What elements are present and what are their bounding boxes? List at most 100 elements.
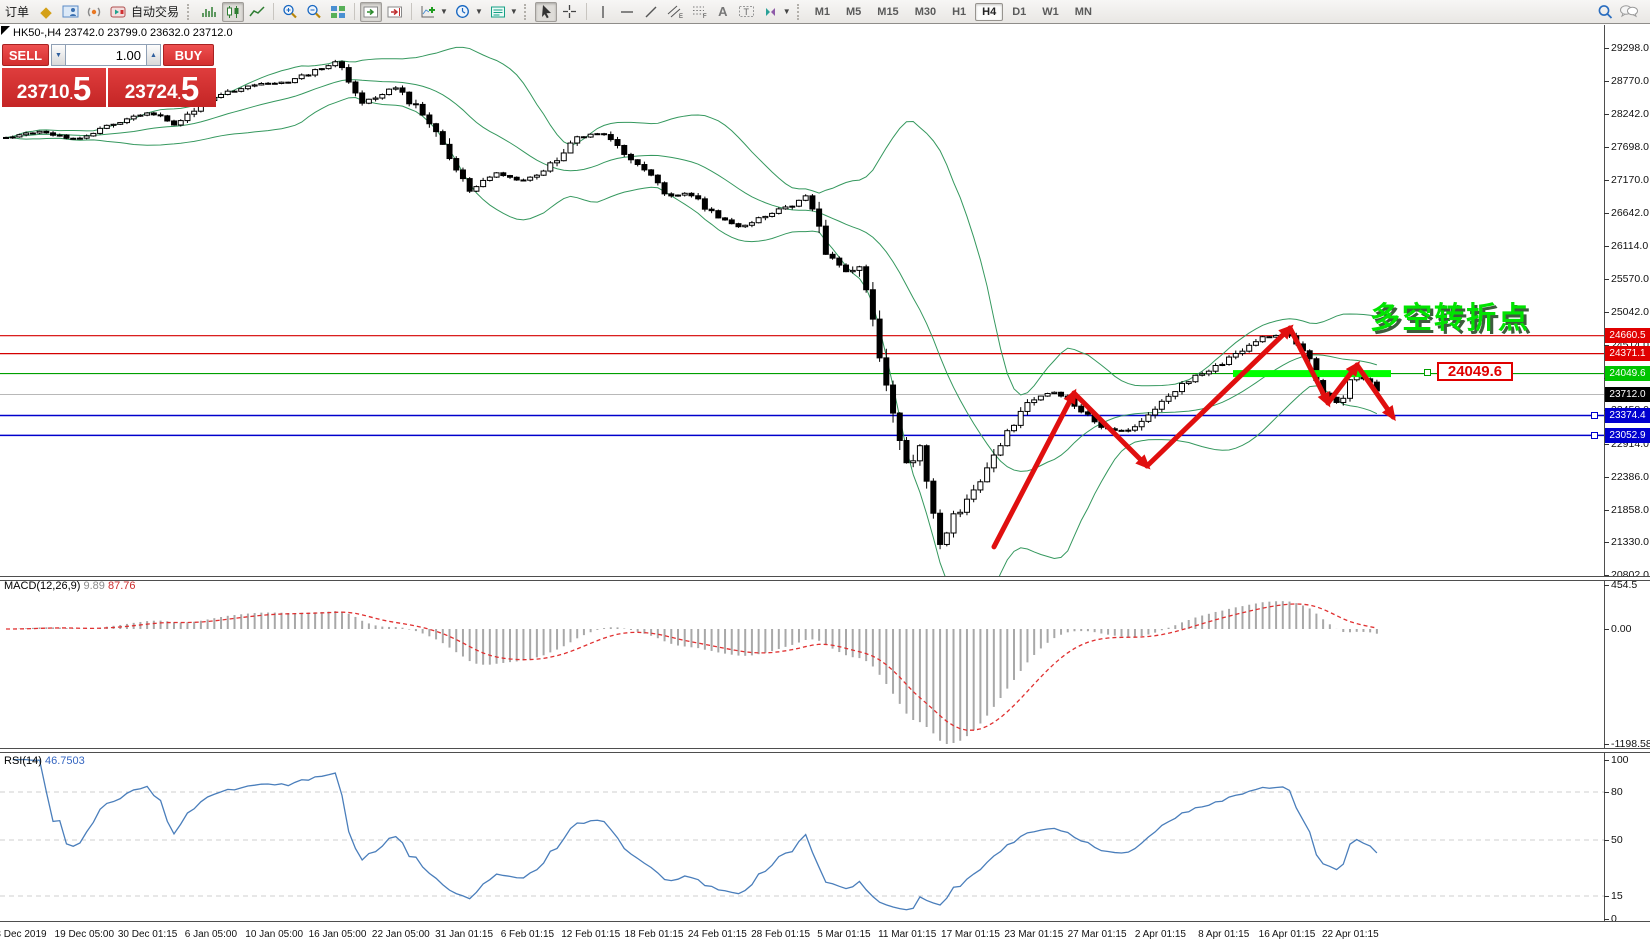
community-button[interactable]	[83, 2, 105, 22]
search-button[interactable]	[1594, 2, 1616, 22]
fibonacci-button[interactable]: F	[688, 2, 710, 22]
candle-body	[783, 207, 788, 209]
periods-dropdown-arrow[interactable]: ▼	[475, 7, 483, 16]
timeframe-button-h4[interactable]: H4	[975, 3, 1003, 21]
blue-line-handle[interactable]	[1591, 432, 1598, 439]
volume-decrease-button[interactable]: ▼	[51, 44, 66, 66]
horizontal-line-button[interactable]	[616, 2, 638, 22]
templates-button[interactable]	[487, 2, 509, 22]
candle-body	[958, 512, 963, 514]
zigzag-segment[interactable]	[1290, 328, 1328, 403]
candle-body	[1045, 394, 1050, 397]
text-button[interactable]: A	[712, 2, 734, 22]
candle-body	[319, 69, 324, 70]
arrows-button[interactable]	[760, 2, 782, 22]
main-macd-separator[interactable]	[0, 576, 1650, 581]
candle-body	[823, 226, 828, 254]
date-label: 22 Jan 05:00	[372, 929, 430, 940]
tile-windows-button[interactable]	[327, 2, 349, 22]
svg-text:F: F	[703, 14, 707, 19]
timeframe-button-w1[interactable]: W1	[1035, 3, 1066, 21]
timeframe-button-h1[interactable]: H1	[945, 3, 973, 21]
candle-body	[124, 119, 129, 123]
auto-scroll-button[interactable]	[360, 2, 382, 22]
line-chart-icon	[249, 5, 265, 19]
one-click-toggle-arrow[interactable]	[1, 26, 10, 35]
indicators-dropdown-arrow[interactable]: ▼	[440, 7, 448, 16]
sell-price[interactable]: 23710 . 5	[2, 68, 106, 107]
candle-body	[17, 135, 22, 137]
toolbar-grip[interactable]	[797, 4, 801, 20]
new-order-button[interactable]: 订单	[5, 3, 29, 20]
cursor-button[interactable]	[535, 2, 557, 22]
candle-body	[111, 124, 116, 125]
trendline-icon	[644, 5, 658, 19]
market-watch-button[interactable]: ◆	[35, 2, 57, 22]
channel-button[interactable]: E	[664, 2, 686, 22]
candle-body	[897, 413, 902, 440]
price-tick-label: 25570.0	[1611, 273, 1649, 285]
text-label-button[interactable]: T	[736, 2, 758, 22]
timeframe-button-m1[interactable]: M1	[808, 3, 837, 21]
price-tag: 24371.1	[1605, 346, 1650, 361]
sell-button[interactable]: SELL	[2, 44, 49, 66]
turning-point-annotation[interactable]: 多空转折点	[1370, 293, 1530, 337]
vertical-line-button[interactable]	[592, 2, 614, 22]
equidistant-channel-icon: E	[667, 4, 683, 19]
bar-chart-button[interactable]	[198, 2, 220, 22]
trendline-button[interactable]	[640, 2, 662, 22]
horizontal-level-lines[interactable]	[0, 336, 1604, 436]
candle-body	[427, 115, 432, 124]
candle-body	[904, 440, 909, 462]
green-line-handle[interactable]	[1424, 369, 1431, 376]
candle-body	[1059, 392, 1064, 396]
buy-button[interactable]: BUY	[163, 44, 214, 66]
timeframe-button-mn[interactable]: MN	[1068, 3, 1099, 21]
market-watch-icon: ◆	[40, 3, 52, 21]
autotrading-button[interactable]	[107, 2, 129, 22]
periods-button[interactable]	[452, 2, 474, 22]
macd-rsi-separator[interactable]	[0, 748, 1650, 753]
navigator-icon	[62, 4, 79, 19]
timeframe-button-m30[interactable]: M30	[908, 3, 943, 21]
toolbar-grip[interactable]	[187, 4, 191, 20]
chat-button[interactable]	[1618, 2, 1640, 22]
chart-shift-button[interactable]	[384, 2, 406, 22]
candle-body	[131, 116, 136, 119]
rsi-name: RSI(14)	[4, 755, 42, 767]
candle-body	[810, 196, 815, 209]
date-label: 17 Mar 01:15	[941, 929, 1000, 940]
navigator-button[interactable]	[59, 2, 81, 22]
autotrading-label[interactable]: 自动交易	[131, 3, 179, 20]
crosshair-button[interactable]	[559, 2, 581, 22]
timeframe-button-m5[interactable]: M5	[839, 3, 868, 21]
candlestick-chart-button[interactable]	[222, 2, 244, 22]
timeframe-button-d1[interactable]: D1	[1005, 3, 1033, 21]
arrows-dropdown-arrow[interactable]: ▼	[783, 7, 791, 16]
candle-body	[1005, 431, 1010, 446]
timeframe-button-m15[interactable]: M15	[870, 3, 905, 21]
candle-body	[689, 193, 694, 195]
candle-body	[911, 461, 916, 463]
templates-dropdown-arrow[interactable]: ▼	[510, 7, 518, 16]
blue-line-handle[interactable]	[1591, 412, 1598, 419]
candle-body	[340, 62, 345, 68]
periods-clock-icon	[455, 4, 471, 19]
toolbar-grip[interactable]	[524, 4, 528, 20]
zoom-in-button[interactable]	[279, 2, 301, 22]
sell-price-big-digit: 5	[73, 74, 91, 104]
volume-increase-button[interactable]: ▲	[146, 44, 161, 66]
chart-canvas[interactable]	[0, 0, 1650, 944]
crosshair-icon	[562, 4, 577, 19]
zoom-out-button[interactable]	[303, 2, 325, 22]
price-callout[interactable]: 24049.6	[1437, 362, 1513, 381]
candle-body	[1153, 409, 1158, 415]
line-chart-button[interactable]	[246, 2, 268, 22]
buy-price[interactable]: 23724 . 5	[108, 68, 216, 107]
rsi-indicator	[0, 760, 1604, 910]
volume-input[interactable]	[66, 44, 146, 66]
date-label: 2 Apr 01:15	[1135, 929, 1186, 940]
indicators-button[interactable]	[417, 2, 439, 22]
price-tick-label: 21858.0	[1611, 504, 1649, 516]
candle-body	[1052, 392, 1057, 393]
